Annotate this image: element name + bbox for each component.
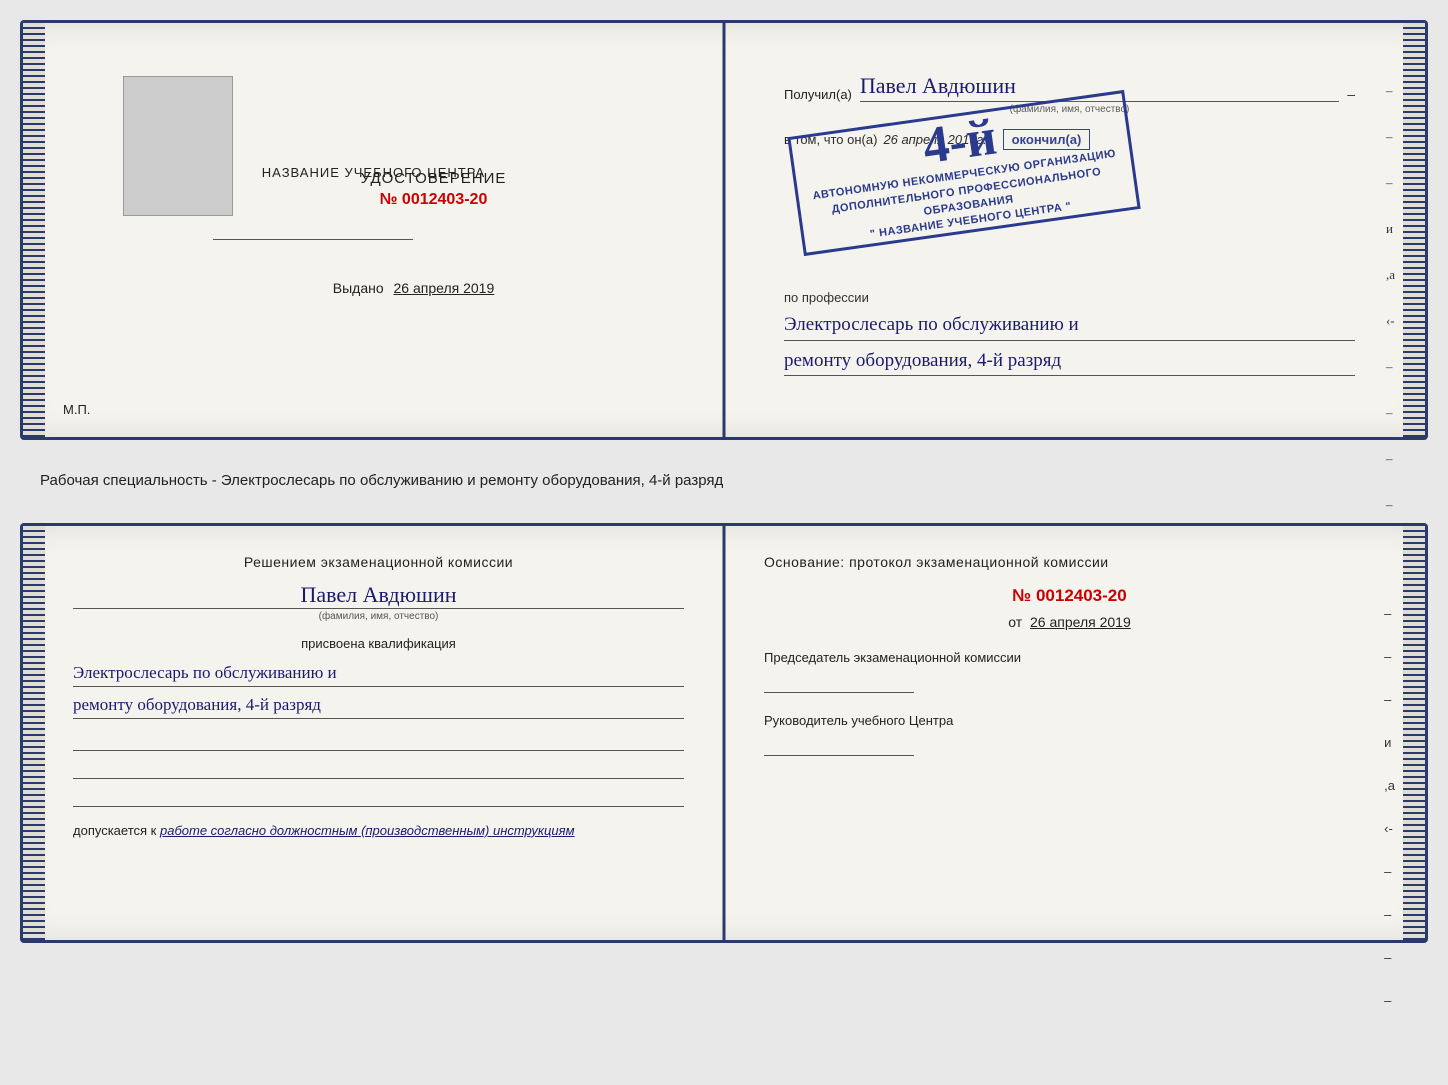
top-right-content: Получил(а) Павел Авдюшин – (фамилия, имя… (764, 53, 1385, 396)
dopusk-text: работе согласно должностным (производств… (160, 823, 575, 838)
top-right-page: Получил(а) Павел Авдюшин – (фамилия, имя… (724, 23, 1425, 437)
middle-text: Рабочая специальность - Электрослесарь п… (20, 458, 1428, 505)
chairman-sig-line (764, 675, 914, 693)
qualification-2: ремонту оборудования, 4-й разряд (73, 691, 684, 719)
dopusk-label: допускается к (73, 823, 156, 838)
bottom-spine-right (1403, 526, 1425, 940)
sig-line-2 (73, 761, 684, 779)
signature-line-top (213, 239, 413, 240)
qualification-1: Электрослесарь по обслуживанию и (73, 659, 684, 687)
middle-text-content: Рабочая специальность - Электрослесарь п… (40, 472, 723, 489)
right-dashes: – – – и ,а ‹- – – – – (1386, 83, 1395, 513)
udostoverenie-block: УДОСТОВЕРЕНИЕ № 0012403-20 (361, 170, 507, 209)
sig-line-3 (73, 789, 684, 807)
ot-date-block: от 26 апреля 2019 (764, 614, 1375, 630)
bottom-right-page: Основание: протокол экзаменационной коми… (724, 526, 1425, 940)
sig-line-1 (73, 733, 684, 751)
top-left-content: НАЗВАНИЕ УЧЕБНОГО ЦЕНТРА УДОСТОВЕРЕНИЕ №… (63, 53, 684, 407)
signature-lines (73, 733, 684, 807)
udostoverenie-number: № 0012403-20 (361, 191, 507, 209)
spine-right-decoration (1403, 23, 1425, 437)
mp-label: М.П. (63, 402, 90, 417)
udostoverenie-title: УДОСТОВЕРЕНИЕ (361, 170, 507, 187)
bottom-right-dashes: – – – и ,а ‹- – – – – (1384, 606, 1395, 1008)
osnovaniye-title: Основание: протокол экзаменационной коми… (764, 554, 1375, 570)
vydano-label: Выдано (333, 280, 384, 296)
person-name-bottom: Павел Авдюшин (73, 582, 684, 609)
top-document: НАЗВАНИЕ УЧЕБНОГО ЦЕНТРА УДОСТОВЕРЕНИЕ №… (20, 20, 1428, 440)
chairman-label: Председатель экзаменационной комиссии (764, 650, 1375, 665)
fio-hint-bottom: (фамилия, имя, отчество) (73, 611, 684, 622)
decision-title: Решением экзаменационной комиссии (73, 554, 684, 570)
bottom-left-page: Решением экзаменационной комиссии Павел … (23, 526, 724, 940)
rukvoditel-label: Руководитель учебного Центра (764, 713, 1375, 728)
top-left-page: НАЗВАНИЕ УЧЕБНОГО ЦЕНТРА УДОСТОВЕРЕНИЕ №… (23, 23, 724, 437)
photo-placeholder (123, 76, 233, 216)
document-container: НАЗВАНИЕ УЧЕБНОГО ЦЕНТРА УДОСТОВЕРЕНИЕ №… (20, 20, 1428, 943)
profession-block: по профессии Электрослесарь по обслужива… (784, 290, 1355, 376)
prisvoyena-label: присвоена квалификация (73, 636, 684, 651)
protocol-number: № 0012403-20 (764, 586, 1375, 606)
chairman-block: Председатель экзаменационной комиссии (764, 650, 1375, 693)
vydano-line: Выдано 26 апреля 2019 (333, 280, 495, 296)
rukvoditel-block: Руководитель учебного Центра (764, 713, 1375, 756)
rukvoditel-sig-line (764, 738, 914, 756)
profession-handwritten-1: Электрослесарь по обслуживанию и (784, 311, 1355, 341)
profession-handwritten-2: ремонту оборудования, 4-й разряд (784, 347, 1355, 377)
ot-date: 26 апреля 2019 (1030, 614, 1131, 630)
bottom-document: Решением экзаменационной комиссии Павел … (20, 523, 1428, 943)
profession-label: по профессии (784, 290, 1355, 305)
poluchil-label: Получил(а) (784, 87, 852, 102)
ot-label: от (1008, 614, 1022, 630)
dopuskaetsya-block: допускается к работе согласно должностны… (73, 823, 684, 838)
vydano-date: 26 апреля 2019 (394, 280, 495, 296)
